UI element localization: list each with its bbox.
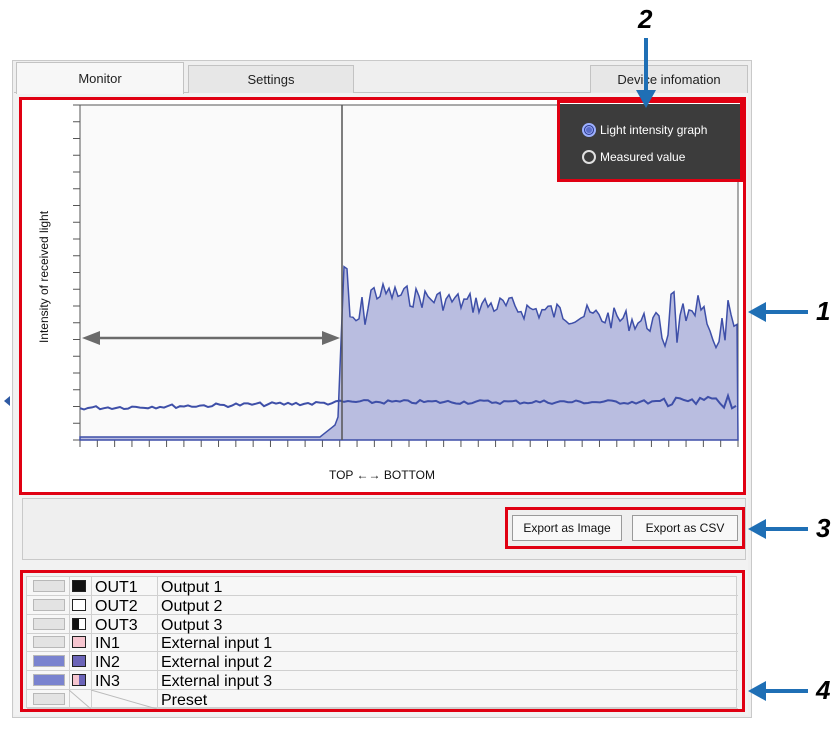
tab-settings[interactable]: Settings — [188, 65, 354, 93]
tab-device-information[interactable]: Device infomation — [590, 65, 748, 93]
mode-highlight-box — [557, 100, 743, 182]
collapse-arrow-icon[interactable] — [4, 396, 10, 406]
tab-bar: Monitor Settings Device infomation — [12, 62, 750, 94]
callout-number-4: 4 — [816, 675, 831, 705]
export-highlight-box — [505, 507, 745, 549]
callout-number-2: 2 — [638, 4, 653, 34]
io-highlight-box — [20, 570, 745, 712]
callout-number-3: 3 — [816, 513, 831, 543]
tab-monitor[interactable]: Monitor — [16, 62, 184, 94]
callout-number-1: 1 — [816, 296, 831, 326]
